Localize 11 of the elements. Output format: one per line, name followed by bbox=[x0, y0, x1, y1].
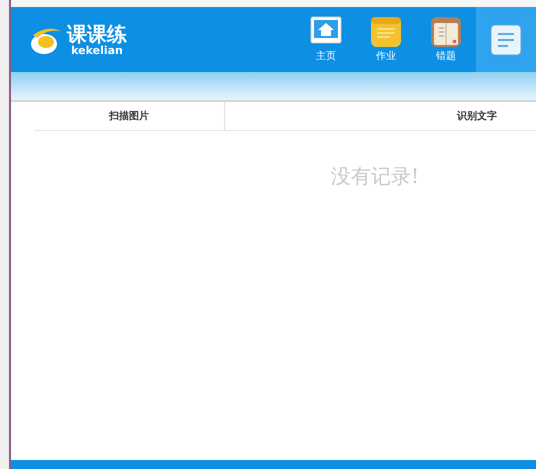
column-header: 扫描图片 bbox=[34, 102, 225, 130]
nav-item[interactable] bbox=[476, 7, 536, 72]
nav-item[interactable]: 错题 bbox=[416, 7, 476, 72]
scan-icon bbox=[490, 24, 522, 56]
logo-title: 课课练 bbox=[67, 22, 127, 44]
nav-item[interactable]: 作业 bbox=[356, 7, 416, 72]
book-icon bbox=[430, 16, 462, 48]
notes-icon bbox=[370, 16, 402, 48]
column-header: 识别文字 bbox=[456, 109, 498, 124]
logo-subtitle: kekelian bbox=[71, 44, 123, 56]
nav-item[interactable]: 主页 bbox=[296, 7, 356, 72]
